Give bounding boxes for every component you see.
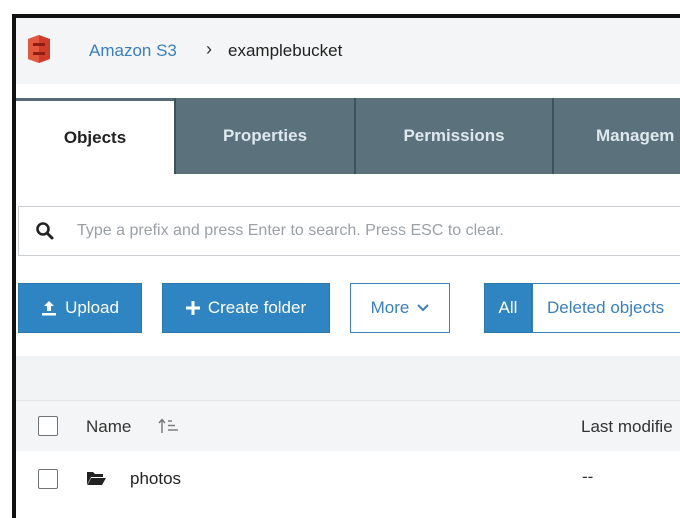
tab-properties[interactable]: Properties (174, 98, 354, 174)
column-header-last-modified[interactable]: Last modifie (581, 417, 673, 437)
s3-console-window: Amazon S3 › examplebucket Objects Proper… (12, 14, 680, 518)
more-dropdown-button[interactable]: More (350, 283, 450, 333)
column-header-name[interactable]: Name (86, 417, 131, 437)
folder-name-link[interactable]: photos (130, 469, 181, 489)
table-toolbar-band (16, 356, 680, 400)
filter-all-button[interactable]: All (484, 283, 532, 333)
chevron-down-icon (417, 304, 430, 312)
search-input[interactable] (77, 213, 677, 249)
breadcrumb: Amazon S3 › examplebucket (16, 18, 680, 84)
more-label: More (370, 298, 410, 317)
search-icon (36, 222, 54, 240)
tab-bar: Objects Properties Permissions Managem (16, 98, 680, 174)
create-folder-button[interactable]: Create folder (162, 283, 330, 333)
plus-icon (185, 301, 200, 315)
folder-icon (87, 472, 106, 485)
breadcrumb-separator: › (206, 39, 212, 59)
row-checkbox[interactable] (38, 469, 58, 489)
create-folder-label: Create folder (207, 298, 307, 317)
select-all-checkbox[interactable] (38, 416, 58, 436)
breadcrumb-bucket: examplebucket (228, 41, 343, 60)
upload-icon (42, 301, 57, 316)
table-row[interactable]: photos -- (16, 451, 680, 505)
row-last-modified: -- (582, 467, 594, 486)
tab-permissions[interactable]: Permissions (354, 98, 552, 174)
filter-deleted-objects-button[interactable]: Deleted objects (532, 283, 680, 333)
sort-icon[interactable] (158, 418, 180, 434)
upload-button[interactable]: Upload (18, 283, 142, 333)
breadcrumb-service-link[interactable]: Amazon S3 (89, 41, 177, 61)
s3-logo-icon (28, 35, 50, 63)
tab-management[interactable]: Managem (552, 98, 680, 174)
tab-objects[interactable]: Objects (16, 98, 174, 174)
table-header: Name Last modifie (16, 400, 680, 452)
upload-label: Upload (65, 298, 119, 317)
search-box (18, 206, 680, 256)
